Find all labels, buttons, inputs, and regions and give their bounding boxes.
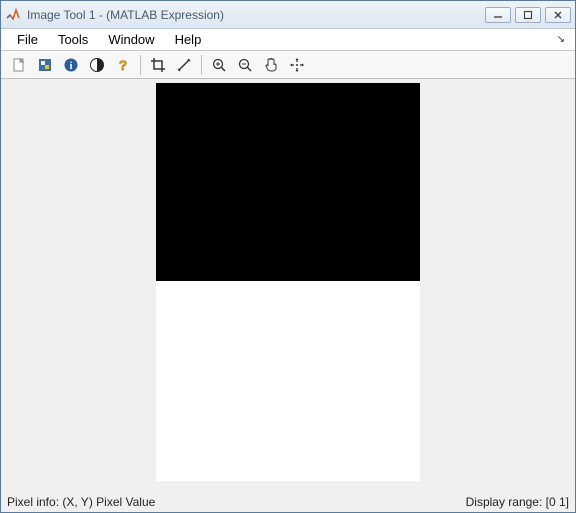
close-button[interactable] bbox=[545, 7, 571, 23]
menubar: File Tools Window Help ↘ bbox=[1, 29, 575, 51]
app-window: Image Tool 1 - (MATLAB Expression) File … bbox=[0, 0, 576, 513]
dock-icon[interactable]: ↘ bbox=[553, 34, 569, 45]
overview-icon[interactable] bbox=[285, 53, 309, 77]
svg-text:i: i bbox=[70, 61, 73, 72]
zoom-out-icon[interactable] bbox=[233, 53, 257, 77]
contrast-icon[interactable] bbox=[85, 53, 109, 77]
image-info-icon[interactable]: i bbox=[59, 53, 83, 77]
pan-icon[interactable] bbox=[259, 53, 283, 77]
matlab-icon bbox=[5, 7, 21, 23]
pixel-region-icon[interactable] bbox=[33, 53, 57, 77]
pixel-info-label: Pixel info: (X, Y) Pixel Value bbox=[7, 495, 466, 509]
titlebar: Image Tool 1 - (MATLAB Expression) bbox=[1, 1, 575, 29]
window-controls bbox=[485, 7, 571, 23]
menu-window[interactable]: Window bbox=[98, 30, 164, 49]
crop-icon[interactable] bbox=[146, 53, 170, 77]
zoom-in-icon[interactable] bbox=[207, 53, 231, 77]
svg-text:?: ? bbox=[119, 57, 128, 73]
display-range-label: Display range: [0 1] bbox=[466, 495, 569, 509]
maximize-button[interactable] bbox=[515, 7, 541, 23]
minimize-button[interactable] bbox=[485, 7, 511, 23]
status-bar: Pixel info: (X, Y) Pixel Value Display r… bbox=[1, 492, 575, 512]
new-icon[interactable] bbox=[7, 53, 31, 77]
image-black-region bbox=[156, 83, 420, 281]
menu-help[interactable]: Help bbox=[165, 30, 212, 49]
menu-tools[interactable]: Tools bbox=[48, 30, 98, 49]
content-area bbox=[1, 79, 575, 492]
image-canvas[interactable] bbox=[156, 83, 420, 481]
toolbar: i ? bbox=[1, 51, 575, 79]
menu-file[interactable]: File bbox=[7, 30, 48, 49]
measure-icon[interactable] bbox=[172, 53, 196, 77]
toolbar-separator bbox=[140, 55, 141, 75]
window-title: Image Tool 1 - (MATLAB Expression) bbox=[27, 8, 485, 22]
help-icon[interactable]: ? bbox=[111, 53, 135, 77]
toolbar-separator bbox=[201, 55, 202, 75]
